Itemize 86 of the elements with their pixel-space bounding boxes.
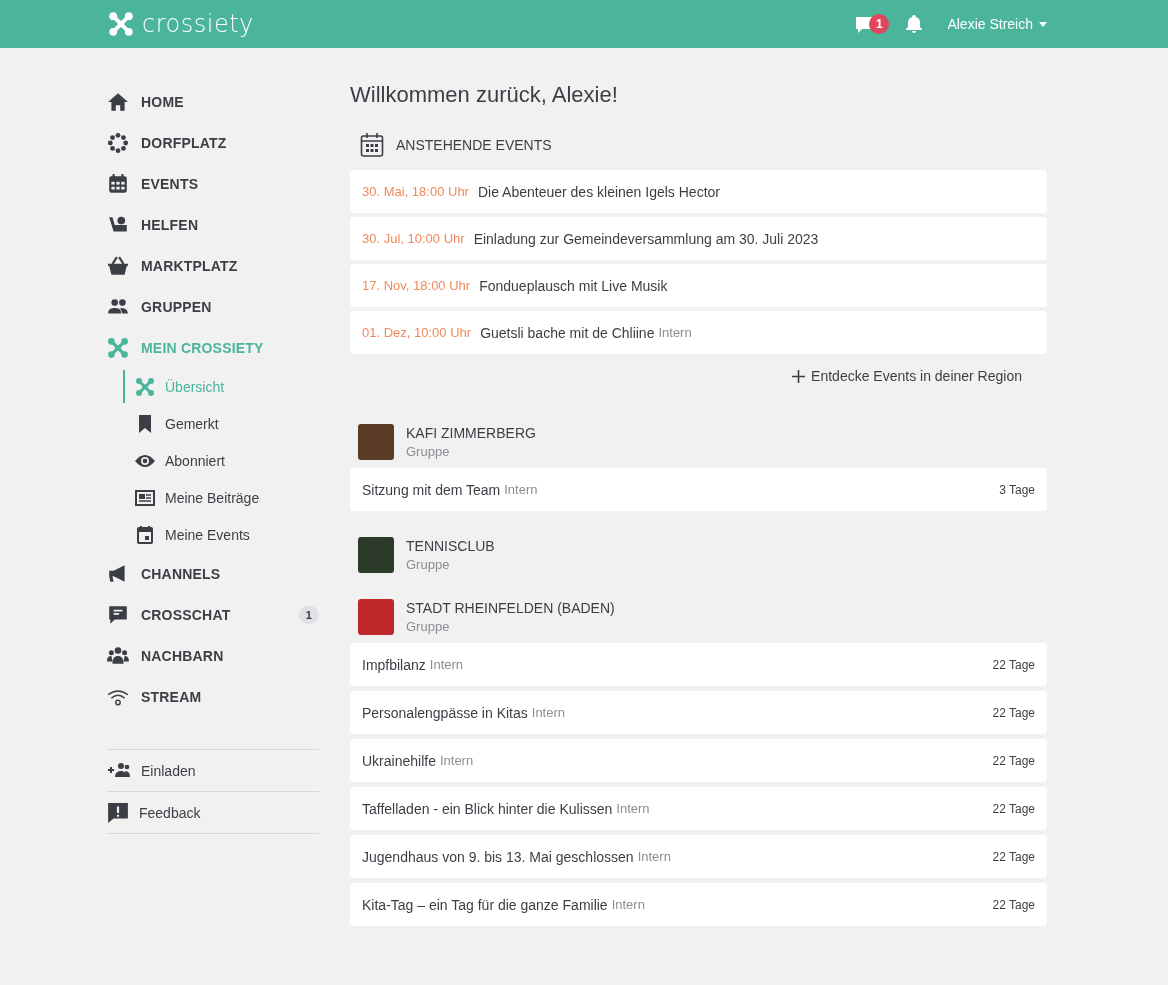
- nav-subitem[interactable]: Abonniert: [123, 442, 319, 479]
- plus-icon: [792, 369, 806, 383]
- discover-events-link[interactable]: Entdecke Events in deiner Region: [792, 368, 1022, 384]
- group-type: Gruppe: [406, 619, 451, 634]
- nav-item[interactable]: EVENTS: [107, 163, 319, 204]
- nav-item[interactable]: HELFEN: [107, 204, 319, 245]
- post-title: Taffelladen - ein Blick hinter die Kulissen: [362, 800, 613, 817]
- caret-icon: [1039, 21, 1047, 27]
- event-date: 30. Jul, 10:00 Uhr: [362, 231, 465, 246]
- event-title: Die Abenteuer des kleinen Igels Hector: [477, 183, 720, 200]
- post-card[interactable]: Ukrainehilfe Intern 22 Tage: [350, 739, 1047, 782]
- event-card[interactable]: 17. Nov, 18:00 Uhr Fondueplausch mit Live Musik: [350, 264, 1047, 307]
- people-group-icon: [107, 644, 129, 667]
- nav-item[interactable]: CROSSCHAT 1: [107, 594, 319, 635]
- crossiety-icon: [107, 336, 129, 359]
- calendar-icon: [135, 524, 155, 545]
- post-age: 22 Tage: [992, 897, 1035, 912]
- post-card[interactable]: Kita-Tag – ein Tag für die ganze Familie Intern 22 Tage: [350, 883, 1047, 926]
- group-name[interactable]: KAFI ZIMMERBERG: [406, 425, 536, 441]
- post-card[interactable]: Impfbilanz Intern 22 Tage: [350, 643, 1047, 686]
- count-badge: 1: [298, 605, 319, 624]
- post-age: 22 Tage: [992, 849, 1035, 864]
- post-title: Impfbilanz: [362, 656, 426, 673]
- dots-ring-icon: [107, 131, 129, 154]
- crossiety-icon: [135, 376, 155, 397]
- intern-tag: Intern: [611, 897, 645, 912]
- feedback-icon: [107, 801, 129, 824]
- post-card[interactable]: Personalengpässe in Kitas Intern 22 Tage: [350, 691, 1047, 734]
- basket-icon: [107, 254, 129, 277]
- group-name[interactable]: TENNISCLUB: [406, 538, 495, 554]
- event-card[interactable]: 30. Mai, 18:00 Uhr Die Abenteuer des kleinen Igels Hector: [350, 170, 1047, 213]
- event-date: 30. Mai, 18:00 Uhr: [362, 184, 469, 199]
- post-age: 22 Tage: [992, 801, 1035, 816]
- intern-tag: Intern: [439, 753, 474, 768]
- event-date: 01. Dez, 10:00 Uhr: [362, 325, 472, 340]
- nav-subitem[interactable]: Meine Events: [123, 516, 319, 553]
- post-title: Ukrainehilfe: [362, 752, 436, 769]
- calendar-icon: [360, 132, 384, 158]
- post-age: 22 Tage: [992, 705, 1035, 720]
- event-title: Einladung zur Gemeindeversammlung am 30. Juli 2023: [473, 230, 819, 247]
- nav-item[interactable]: STREAM: [107, 676, 319, 717]
- post-card[interactable]: Sitzung mit dem Team Intern 3 Tage: [350, 468, 1047, 511]
- post-age: 22 Tage: [992, 657, 1035, 672]
- photo-placeholder: [358, 599, 394, 635]
- event-title: Fondueplausch mit Live Musik: [479, 277, 668, 294]
- post-title: Personalengpässe in Kitas: [362, 704, 528, 721]
- nav-item[interactable]: MARKTPLATZ: [107, 245, 319, 286]
- post-title: Kita-Tag – ein Tag für die ganze Familie: [362, 896, 608, 913]
- nav-subitem[interactable]: Meine Beiträge: [123, 479, 319, 516]
- event-card[interactable]: 01. Dez, 10:00 Uhr Guetsli bache mit de Chliine Intern: [350, 311, 1047, 354]
- footer-link[interactable]: Einladen: [107, 750, 319, 792]
- welcome-heading: Willkommen zurück, Alexie!: [350, 82, 619, 108]
- nav-item[interactable]: CHANNELS: [107, 553, 319, 594]
- event-title: Guetsli bache mit de Chliine: [480, 324, 655, 341]
- event-date: 17. Nov, 18:00 Uhr: [362, 278, 471, 293]
- footer-link[interactable]: Feedback: [107, 792, 319, 834]
- photo-placeholder: [358, 537, 394, 573]
- intern-tag: Intern: [616, 801, 650, 816]
- bell-icon[interactable]: [905, 14, 924, 34]
- intern-tag: Intern: [429, 657, 464, 672]
- nav-subitem[interactable]: Gemerkt: [123, 405, 319, 442]
- logo-icon: [108, 11, 134, 37]
- post-title: Jugendhaus von 9. bis 13. Mai geschlossen: [362, 848, 634, 865]
- event-card[interactable]: 30. Jul, 10:00 Uhr Einladung zur Gemeindeversammlung am 30. Juli 2023: [350, 217, 1047, 260]
- nav-item[interactable]: HOME: [107, 81, 319, 122]
- intern-tag: Intern: [531, 705, 566, 720]
- post-age: 3 Tage: [999, 482, 1035, 497]
- photo-placeholder: [358, 424, 394, 460]
- intern-tag: Intern: [658, 325, 692, 340]
- group-type: Gruppe: [406, 444, 451, 459]
- section-heading: ANSTEHENDE EVENTS: [396, 137, 552, 153]
- intern-tag: Intern: [504, 482, 538, 497]
- nav-item[interactable]: GRUPPEN: [107, 286, 319, 327]
- post-title: Sitzung mit dem Team: [362, 481, 501, 498]
- post-age: 22 Tage: [992, 753, 1035, 768]
- chat-icon: [107, 603, 129, 626]
- nav-item[interactable]: DORFPLATZ: [107, 122, 319, 163]
- calendar-icon: [107, 172, 129, 195]
- post-card[interactable]: Taffelladen - ein Blick hinter die Kulissen Intern 22 Tage: [350, 787, 1047, 830]
- group-type: Gruppe: [406, 557, 451, 572]
- group-name[interactable]: STADT RHEINFELDEN (BADEN): [406, 600, 615, 616]
- newspaper-icon: [135, 487, 155, 508]
- intern-tag: Intern: [637, 849, 671, 864]
- notification-badge: 1: [869, 14, 890, 34]
- nav-item[interactable]: NACHBARN: [107, 635, 319, 676]
- post-card[interactable]: Jugendhaus von 9. bis 13. Mai geschlossen Intern 22 Tage: [350, 835, 1047, 878]
